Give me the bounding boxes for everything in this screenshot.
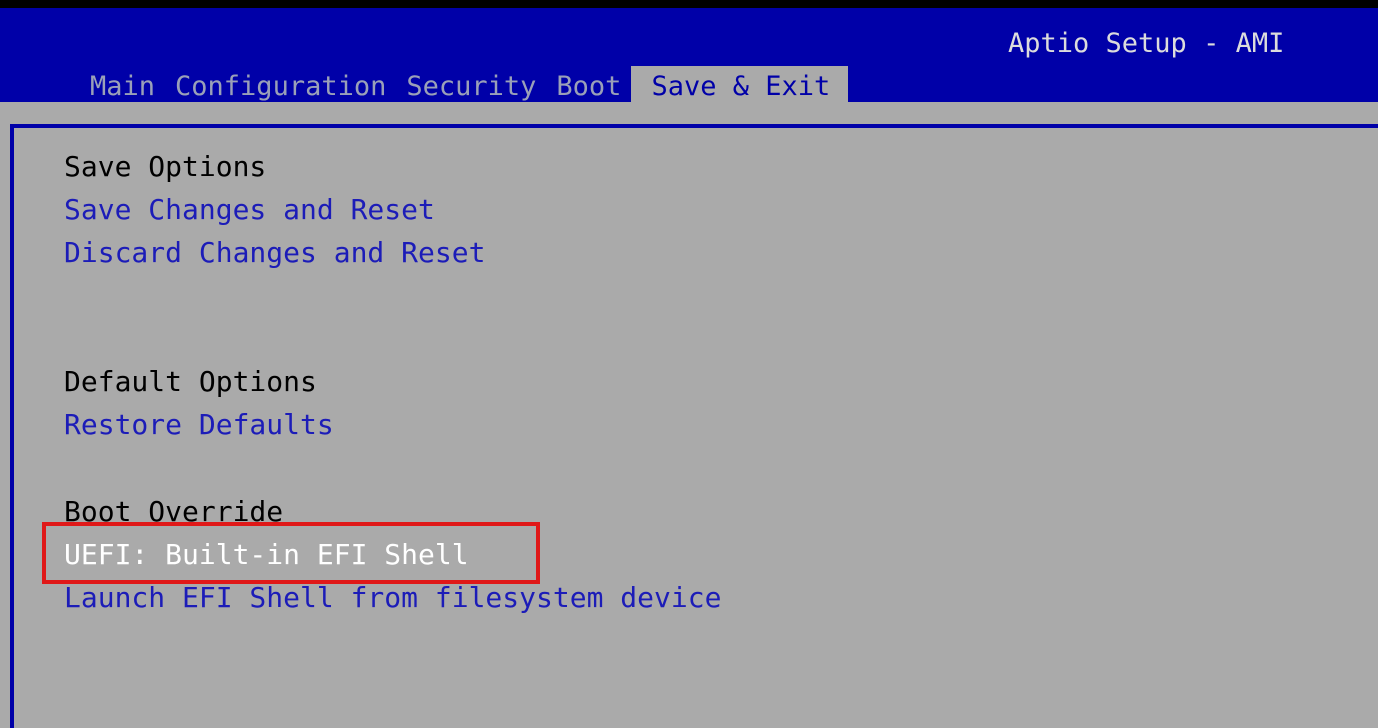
save-options-heading: Save Options	[64, 150, 267, 183]
annotation-highlight-box	[42, 522, 540, 584]
discard-changes-reset-item[interactable]: Discard Changes and Reset	[64, 235, 485, 271]
restore-defaults-item[interactable]: Restore Defaults	[64, 407, 334, 443]
bios-header: Aptio Setup - AMI Main Configuration Sec…	[0, 8, 1378, 108]
save-changes-reset-item[interactable]: Save Changes and Reset	[64, 192, 435, 228]
default-options-heading: Default Options	[64, 365, 317, 398]
main-panel: Save Options Save Changes and Reset Disc…	[0, 102, 1378, 728]
panel-left-edge	[0, 102, 10, 728]
top-strip	[0, 0, 1378, 8]
app-title: Aptio Setup - AMI	[1008, 28, 1285, 59]
launch-efi-shell-item[interactable]: Launch EFI Shell from filesystem device	[64, 580, 721, 616]
